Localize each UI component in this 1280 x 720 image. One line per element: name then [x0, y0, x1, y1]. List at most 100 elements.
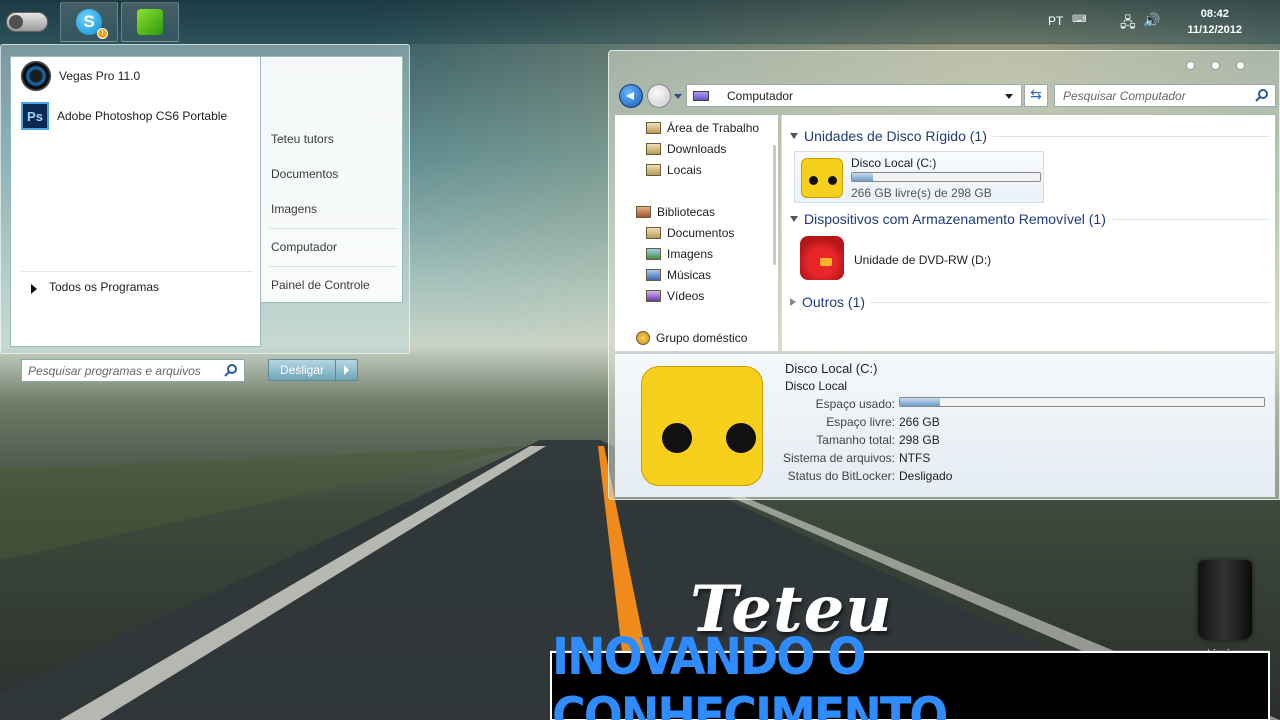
- explorer-window: Computador ⇆ Pesquisar Computador Área d…: [608, 50, 1280, 500]
- start-link-control-panel[interactable]: Painel de Controle: [271, 278, 370, 292]
- videos-icon: [646, 290, 661, 302]
- section-removable[interactable]: Dispositivos com Armazenamento Removível…: [790, 211, 1270, 227]
- search-icon: [224, 364, 237, 377]
- free-space-label: Espaço livre:: [826, 415, 895, 429]
- nav-item-label: Bibliotecas: [657, 205, 716, 219]
- start-menu-programs-pane: Vegas Pro 11.0 Ps Adobe Photoshop CS6 Po…: [10, 56, 261, 347]
- drive-c-name: Disco Local (C:): [851, 156, 937, 170]
- taskbar-button-windows-live[interactable]: [121, 2, 179, 42]
- music-icon: [646, 269, 661, 281]
- address-text: Computador: [727, 89, 794, 103]
- nav-item-downloads[interactable]: Downloads: [646, 142, 726, 156]
- section-hard-disks[interactable]: Unidades de Disco Rígido (1): [790, 128, 1270, 144]
- nav-item-desktop[interactable]: Área de Trabalho: [646, 121, 759, 135]
- start-menu: Vegas Pro 11.0 Ps Adobe Photoshop CS6 Po…: [0, 44, 410, 382]
- drive-d-name[interactable]: Unidade de DVD-RW (D:): [854, 253, 991, 267]
- divider: [1111, 218, 1270, 220]
- nav-item-label: Músicas: [667, 268, 712, 282]
- documents-icon: [646, 227, 661, 239]
- skype-icon: S!: [76, 9, 108, 39]
- drive-c-usage-fill: [852, 173, 873, 181]
- language-indicator[interactable]: PT: [1048, 14, 1063, 28]
- computer-icon: [693, 91, 709, 101]
- nav-item-library-pictures[interactable]: Imagens: [646, 247, 713, 261]
- clock[interactable]: 08:42 11/12/2012: [1188, 6, 1242, 38]
- address-bar[interactable]: Computador: [686, 84, 1022, 107]
- details-subtitle: Disco Local: [785, 379, 848, 393]
- collapse-icon: [790, 216, 798, 222]
- explorer-search-placeholder: Pesquisar Computador: [1063, 89, 1186, 103]
- desktop-icon: [646, 122, 661, 134]
- minimize-button[interactable]: [1186, 61, 1195, 70]
- nav-item-label: Downloads: [667, 142, 727, 156]
- nav-item-library-documents[interactable]: Documentos: [646, 226, 734, 240]
- start-link-teteu-tutors[interactable]: Teteu tutors: [271, 132, 334, 146]
- nav-item-homegroup[interactable]: Grupo doméstico: [636, 331, 747, 345]
- nav-item-label: Área de Trabalho: [667, 121, 760, 135]
- brand-banner: INOVANDO O CONHECIMENTO: [550, 627, 1270, 720]
- start-link-pictures[interactable]: Imagens: [271, 202, 317, 216]
- bitlocker-label: Status do BitLocker:: [787, 469, 895, 483]
- drive-c-icon: [801, 158, 843, 198]
- file-system-label: Sistema de arquivos:: [782, 451, 895, 465]
- content-pane: Unidades de Disco Rígido (1) Disco Local…: [781, 115, 1275, 351]
- folder-icon: [646, 164, 661, 176]
- keyboard-icon[interactable]: ⌨: [1072, 14, 1086, 25]
- start-search-input[interactable]: Pesquisar programas e arquivos: [21, 359, 245, 382]
- separator: [269, 266, 397, 267]
- shutdown-label: Desligar: [279, 363, 324, 377]
- divider: [992, 135, 1270, 137]
- shutdown-button[interactable]: Desligar: [268, 359, 358, 381]
- section-title: Dispositivos com Armazenamento Removível…: [804, 211, 1106, 227]
- program-label: Vegas Pro 11.0: [59, 69, 141, 83]
- section-title: Unidades de Disco Rígido (1): [804, 128, 987, 144]
- start-orb[interactable]: [6, 12, 48, 32]
- network-icon[interactable]: 🖧: [1120, 12, 1136, 36]
- total-size-value: 298 GB: [899, 433, 940, 447]
- refresh-button[interactable]: ⇆: [1024, 84, 1048, 107]
- program-vegas-pro[interactable]: Vegas Pro 11.0: [21, 61, 140, 91]
- homegroup-icon: [636, 331, 650, 345]
- nav-item-label: Vídeos: [667, 289, 705, 303]
- nav-item-label: Locais: [667, 163, 702, 177]
- nav-item-label: Documentos: [667, 226, 735, 240]
- section-others[interactable]: Outros (1): [790, 294, 1270, 310]
- program-photoshop[interactable]: Ps Adobe Photoshop CS6 Portable: [21, 101, 227, 131]
- photoshop-icon: Ps: [21, 102, 49, 130]
- nav-item-library-music[interactable]: Músicas: [646, 268, 711, 282]
- vegas-pro-icon: [21, 61, 51, 91]
- search-icon: [1255, 89, 1268, 102]
- divider: [871, 301, 1270, 303]
- file-system-value: NTFS: [899, 451, 931, 465]
- shutdown-options-arrow-icon[interactable]: [335, 360, 357, 380]
- close-button[interactable]: [1236, 61, 1245, 70]
- start-link-computer[interactable]: Computador: [271, 240, 337, 254]
- nav-item-libraries[interactable]: Bibliotecas: [636, 205, 715, 219]
- expand-icon: [790, 298, 796, 306]
- downloads-icon: [646, 143, 661, 155]
- start-menu-places-pane: Teteu tutors Documentos Imagens Computad…: [261, 56, 403, 303]
- drive-c[interactable]: Disco Local (C:) 266 GB livre(s) de 298 …: [794, 151, 1044, 203]
- back-button[interactable]: [619, 84, 643, 108]
- maximize-button[interactable]: [1211, 61, 1220, 70]
- drive-d-icon[interactable]: [800, 236, 844, 280]
- volume-icon[interactable]: 🔊: [1143, 12, 1160, 29]
- nav-item-label: Imagens: [667, 247, 714, 261]
- collapse-icon: [790, 133, 798, 139]
- windows-live-icon: [137, 9, 163, 35]
- nav-item-library-videos[interactable]: Vídeos: [646, 289, 704, 303]
- details-pane: Disco Local (C:) Disco Local Espaço usad…: [615, 353, 1275, 497]
- used-space-fill: [900, 398, 941, 406]
- address-dropdown-icon[interactable]: [1005, 94, 1013, 99]
- explorer-search-input[interactable]: Pesquisar Computador: [1054, 84, 1276, 107]
- navigation-scrollbar[interactable]: [773, 145, 776, 265]
- nav-item-places[interactable]: Locais: [646, 163, 702, 177]
- start-link-documents[interactable]: Documentos: [271, 167, 338, 181]
- nav-item-label: Grupo doméstico: [656, 331, 748, 345]
- taskbar-button-skype[interactable]: S!: [60, 2, 118, 42]
- recent-pages-dropdown-icon[interactable]: [674, 94, 682, 99]
- used-space-bar: [899, 397, 1265, 407]
- clock-time: 08:42: [1200, 8, 1229, 20]
- forward-button[interactable]: [647, 84, 671, 108]
- all-programs-button[interactable]: Todos os Programas: [21, 271, 253, 294]
